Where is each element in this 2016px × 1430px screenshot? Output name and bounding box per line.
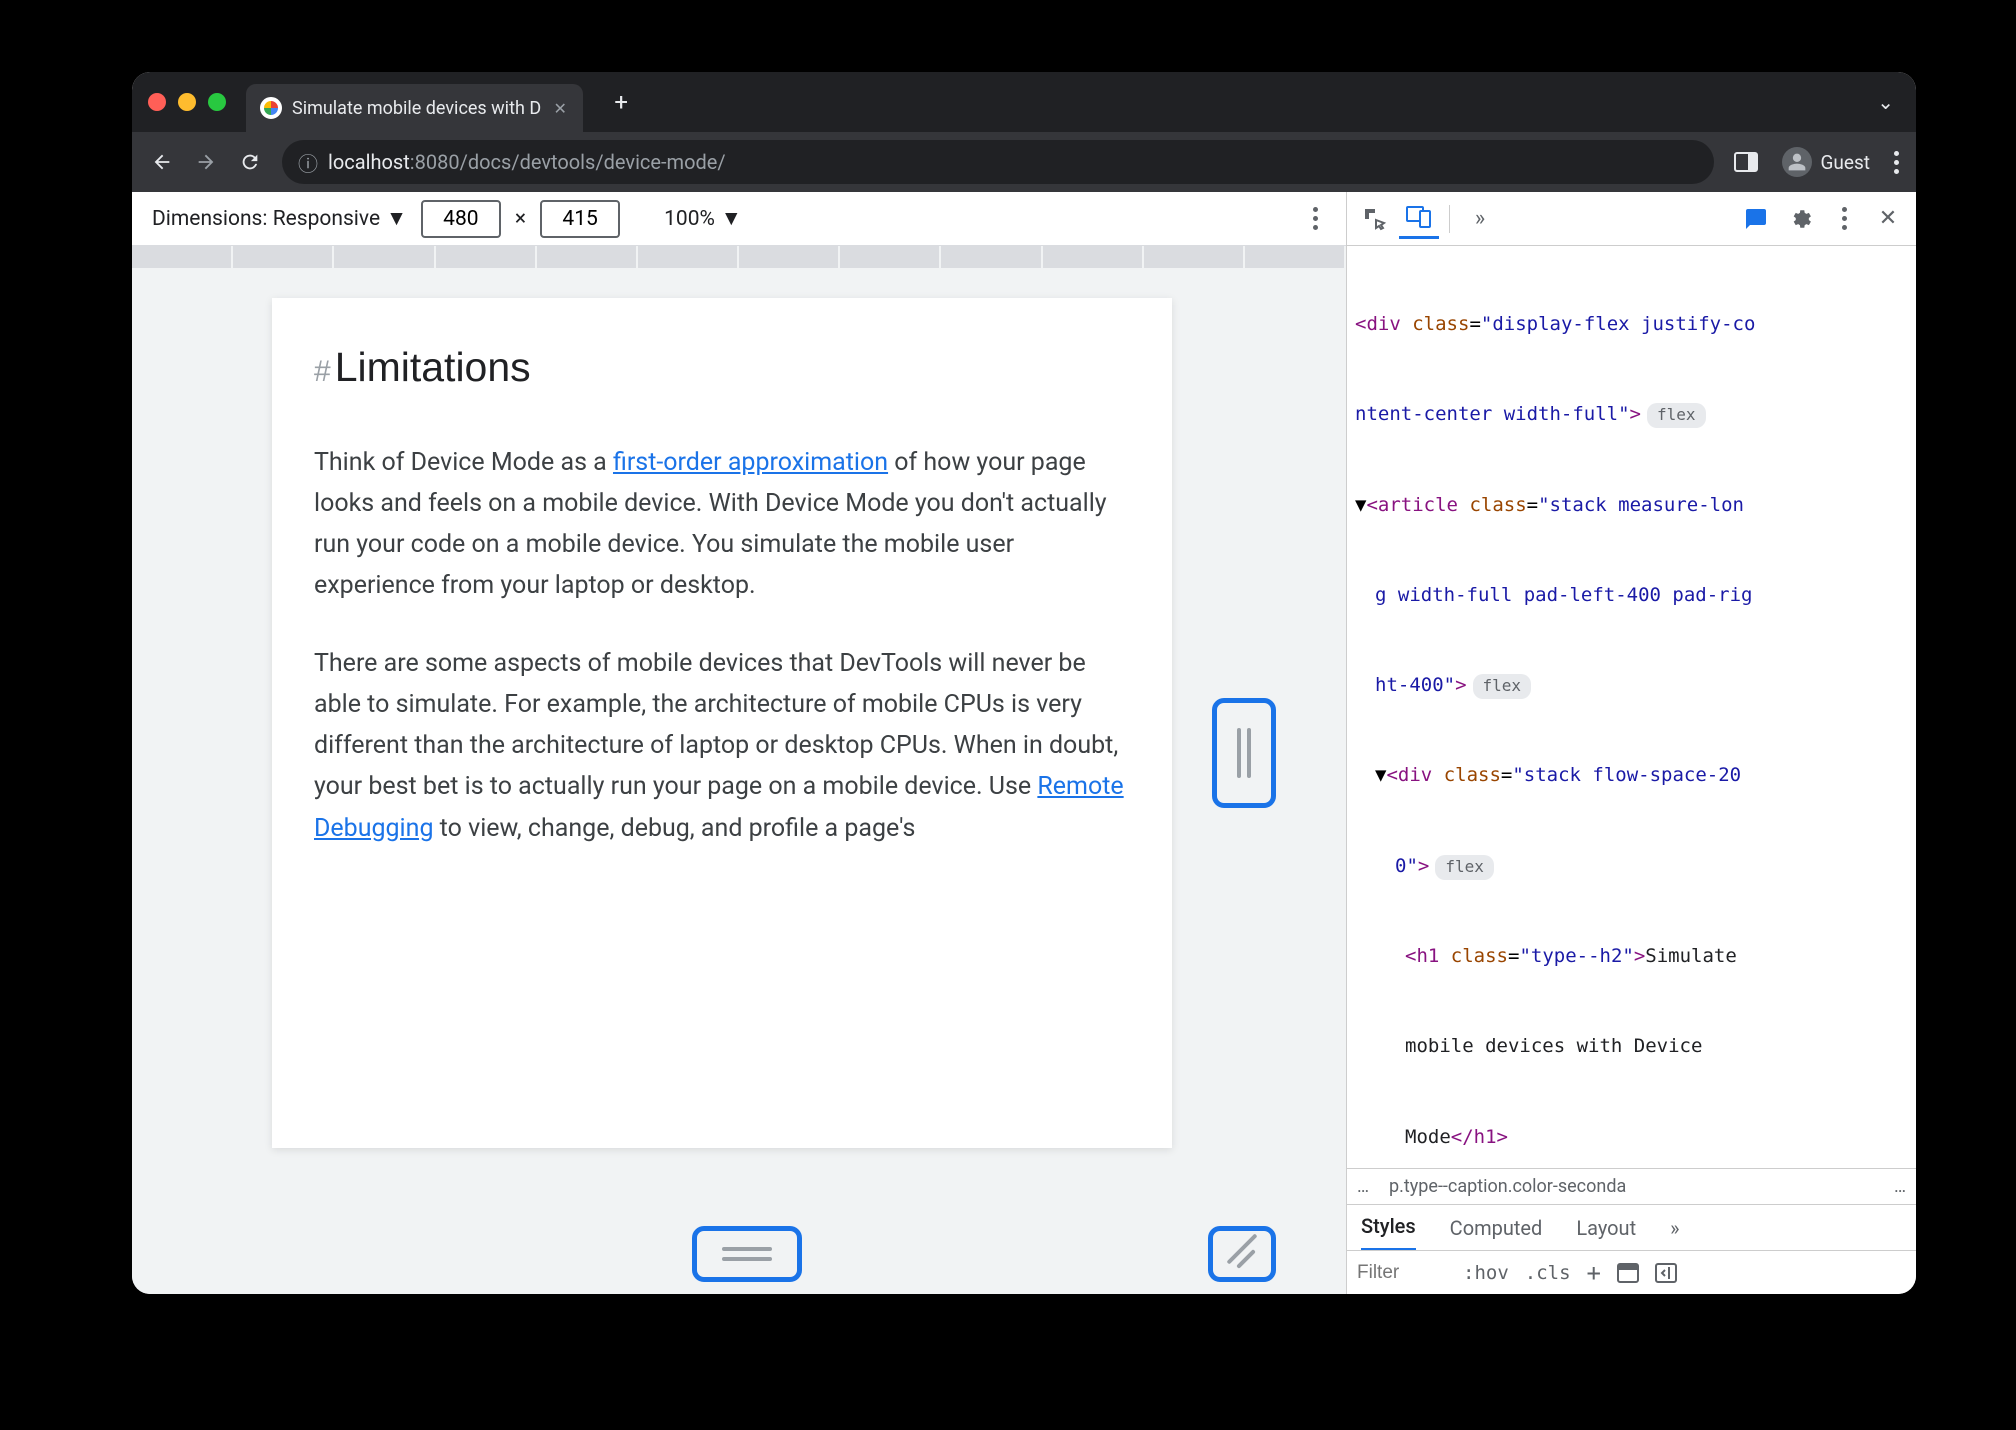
device-toolbar: Dimensions: Responsive▼ × 100%▼ [132,192,1346,246]
more-styles-tabs-icon[interactable]: » [1670,1206,1679,1250]
devtools-panel: » ✕ <div class="display-flex justify-co … [1346,192,1916,1294]
profile-button[interactable]: Guest [1770,143,1882,181]
site-info-icon[interactable]: ⓘ [298,148,318,177]
new-style-rule-icon[interactable]: + [1587,1259,1601,1287]
zoom-dropdown[interactable]: 100%▼ [664,207,742,231]
forward-button[interactable] [186,142,226,182]
url-bar[interactable]: ⓘ localhost:8080/docs/devtools/device-mo… [282,140,1714,184]
avatar-icon [1782,147,1812,177]
devtools-tabs: » ✕ [1347,192,1916,246]
chrome-favicon-icon [260,97,282,119]
styles-filter-bar: :hov .cls + [1347,1250,1916,1294]
minimize-window-button[interactable] [178,93,196,111]
tab-styles[interactable]: Styles [1361,1204,1416,1251]
dimensions-dropdown[interactable]: Dimensions: Responsive▼ [152,207,407,231]
breadcrumb[interactable]: … p.type--caption.color-seconda … [1347,1168,1916,1204]
titlebar: Simulate mobile devices with D ✕ + ⌄ [132,72,1916,132]
paragraph: Think of Device Mode as a first-order ap… [314,442,1130,607]
tab-layout[interactable]: Layout [1576,1206,1636,1250]
gear-icon[interactable] [1780,199,1820,239]
anchor-hash-icon[interactable]: # [314,355,331,388]
crumb-more-right[interactable]: … [1894,1176,1906,1197]
browser-menu-button[interactable] [1886,143,1906,182]
width-input[interactable] [421,200,501,238]
url-text: localhost:8080/docs/devtools/device-mode… [328,150,726,174]
more-tabs-icon[interactable]: » [1460,199,1500,239]
browser-toolbar: ⓘ localhost:8080/docs/devtools/device-mo… [132,132,1916,192]
page-heading: #Limitations [314,334,1130,402]
simulated-page: #Limitations Think of Device Mode as a f… [272,298,1172,1148]
feedback-icon[interactable] [1736,199,1776,239]
inspect-icon[interactable] [1355,199,1395,239]
side-panel-icon[interactable] [1726,142,1766,182]
close-tab-icon[interactable]: ✕ [551,99,569,117]
computed-toggle-icon[interactable] [1617,1263,1639,1283]
styles-tabs: Styles Computed Layout » [1347,1204,1916,1250]
resize-handle-right[interactable] [1212,698,1276,808]
device-toggle-icon[interactable] [1399,199,1439,239]
crumb-current[interactable]: p.type--caption.color-seconda [1389,1176,1626,1197]
browser-window: Simulate mobile devices with D ✕ + ⌄ ⓘ l… [132,72,1916,1294]
browser-tab[interactable]: Simulate mobile devices with D ✕ [246,84,583,132]
height-input[interactable] [540,200,620,238]
cls-button[interactable]: .cls [1525,1262,1571,1284]
reload-button[interactable] [230,142,270,182]
styles-filter-input[interactable] [1357,1262,1447,1284]
width-ruler[interactable] [132,246,1346,268]
devtools-menu-icon[interactable] [1824,199,1864,239]
maximize-window-button[interactable] [208,93,226,111]
tab-title: Simulate mobile devices with D [292,98,541,119]
device-mode-viewport: Dimensions: Responsive▼ × 100%▼ #Limitat… [132,192,1346,1294]
hov-button[interactable]: :hov [1463,1262,1509,1284]
guest-label: Guest [1820,151,1870,174]
times-label: × [515,207,526,231]
resize-handle-bottom[interactable] [692,1226,802,1282]
window-controls [148,93,226,111]
chevron-down-icon[interactable]: ⌄ [1871,84,1900,120]
sidebar-toggle-icon[interactable] [1655,1263,1677,1283]
resize-handle-corner[interactable] [1208,1226,1276,1282]
crumb-more-left[interactable]: … [1357,1176,1369,1197]
paragraph: There are some aspects of mobile devices… [314,643,1130,849]
dom-tree[interactable]: <div class="display-flex justify-co nten… [1347,246,1916,1168]
first-order-link[interactable]: first-order approximation [613,448,888,477]
device-toolbar-menu[interactable] [1305,199,1326,238]
tab-computed[interactable]: Computed [1450,1206,1543,1250]
close-window-button[interactable] [148,93,166,111]
new-tab-button[interactable]: + [603,84,639,120]
close-devtools-icon[interactable]: ✕ [1868,199,1908,239]
back-button[interactable] [142,142,182,182]
